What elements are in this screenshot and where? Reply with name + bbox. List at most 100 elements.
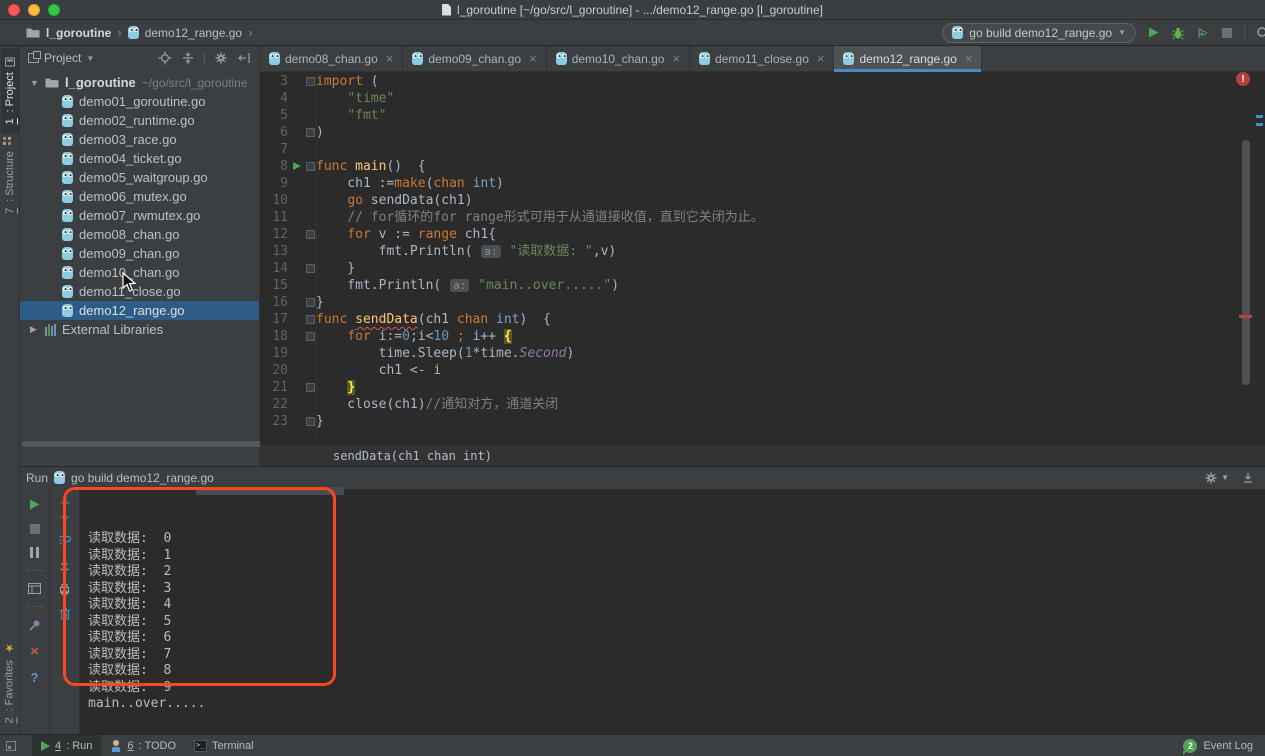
project-file-item[interactable]: demo11_close.go <box>20 282 259 301</box>
fold-marker-icon[interactable] <box>303 328 316 345</box>
project-panel-title[interactable]: Project <box>44 51 81 65</box>
gear-icon[interactable] <box>1204 471 1218 485</box>
error-stripe-mark[interactable] <box>1239 315 1252 318</box>
minimize-window-button[interactable] <box>28 4 40 16</box>
code-line[interactable]: 10 go sendData(ch1) <box>260 192 1265 209</box>
breadcrumb-file[interactable]: demo12_range.go <box>145 26 242 40</box>
code-line[interactable]: 18 for i:=0;i<10 ; i++ { <box>260 328 1265 345</box>
editor-tab[interactable]: demo08_chan.go× <box>260 46 403 71</box>
close-icon[interactable]: × <box>529 52 537 65</box>
scroll-to-end-icon[interactable] <box>58 558 71 571</box>
close-icon[interactable]: × <box>817 52 825 65</box>
chevron-down-icon[interactable]: ▼ <box>86 54 94 63</box>
expand-arrow-icon[interactable]: ▼ <box>30 78 39 88</box>
project-file-item[interactable]: demo10_chan.go <box>20 263 259 282</box>
code-line[interactable]: 9 ch1 :=make(chan int) <box>260 175 1265 192</box>
fold-marker-icon[interactable] <box>303 311 316 328</box>
code-line[interactable]: 12 for v := range ch1{ <box>260 226 1265 243</box>
code-line[interactable]: 17func sendData(ch1 chan int) { <box>260 311 1265 328</box>
code-line[interactable]: 15 fmt.Println( a: "main..over.....") <box>260 277 1265 294</box>
fold-marker-icon[interactable] <box>303 413 316 430</box>
close-icon[interactable]: × <box>672 52 680 65</box>
soft-wrap-icon[interactable] <box>58 534 72 546</box>
run-button[interactable] <box>1147 26 1160 39</box>
breadcrumb-project[interactable]: l_goroutine <box>46 26 111 40</box>
project-file-item[interactable]: demo08_chan.go <box>20 225 259 244</box>
editor-tab[interactable]: demo10_chan.go× <box>547 46 690 71</box>
close-icon[interactable]: × <box>965 52 973 65</box>
code-line[interactable]: 23} <box>260 413 1265 430</box>
editor-tab[interactable]: demo09_chan.go× <box>403 46 546 71</box>
run-console[interactable]: 读取数据: 0读取数据: 1读取数据: 2读取数据: 3读取数据: 4读取数据:… <box>80 489 1265 734</box>
external-libraries-item[interactable]: ▶ External Libraries <box>20 320 259 339</box>
run-line-icon[interactable] <box>288 158 303 175</box>
code-line[interactable]: 7 <box>260 141 1265 158</box>
zoom-window-button[interactable] <box>48 4 60 16</box>
code-line[interactable]: 16} <box>260 294 1265 311</box>
fold-marker-icon[interactable] <box>303 379 316 396</box>
tool-stripe-favorites[interactable]: 2: Favorites <box>0 632 19 732</box>
run-configuration-select[interactable]: go build demo12_range.go ▼ <box>942 23 1136 43</box>
search-everywhere-icon[interactable] <box>1256 26 1265 40</box>
fold-marker-icon[interactable] <box>303 294 316 311</box>
project-root-item[interactable]: ▼ l_goroutine ~/go/src/l_goroutine <box>20 73 259 92</box>
collapsed-arrow-icon[interactable]: ▶ <box>30 324 39 335</box>
fold-marker-icon[interactable] <box>303 260 316 277</box>
close-icon[interactable]: × <box>386 52 394 65</box>
code-line[interactable]: 14 } <box>260 260 1265 277</box>
code-line[interactable]: 22 close(ch1)//通知对方，通道关闭 <box>260 396 1265 413</box>
project-file-item[interactable]: demo01_goroutine.go <box>20 92 259 111</box>
fold-marker-icon[interactable] <box>303 158 316 175</box>
fold-marker-icon[interactable] <box>303 73 316 90</box>
code-line[interactable]: 4 "time" <box>260 90 1265 107</box>
code-editor[interactable]: 3import (4 "time"5 "fmt"6)78func main() … <box>260 73 1265 444</box>
code-line[interactable]: 19 time.Sleep(1*time.Second) <box>260 345 1265 362</box>
vertical-scrollbar[interactable] <box>1242 140 1250 385</box>
statusbar-item-run[interactable]: 4: Run <box>32 735 101 756</box>
project-file-item[interactable]: demo04_ticket.go <box>20 149 259 168</box>
editor-tab[interactable]: demo11_close.go× <box>690 46 834 71</box>
pin-tab-icon[interactable] <box>28 619 41 632</box>
print-icon[interactable] <box>58 583 71 595</box>
code-line[interactable]: 6) <box>260 124 1265 141</box>
project-file-item[interactable]: demo02_runtime.go <box>20 111 259 130</box>
editor-tab[interactable]: demo12_range.go× <box>834 46 982 71</box>
fold-marker-icon[interactable] <box>303 226 316 243</box>
code-line[interactable]: 13 fmt.Println( a: "读取数据: ",v) <box>260 243 1265 260</box>
statusbar-item-todo[interactable]: 6: TODO <box>101 735 185 756</box>
tool-stripe-structure[interactable]: 7: Structure <box>1 133 19 223</box>
restore-layout-icon[interactable] <box>28 583 41 594</box>
project-file-item[interactable]: demo03_race.go <box>20 130 259 149</box>
code-line[interactable]: 8func main() { <box>260 158 1265 175</box>
help-icon[interactable]: ? <box>31 671 39 684</box>
project-file-item[interactable]: demo07_rwmutex.go <box>20 206 259 225</box>
close-panel-icon[interactable]: × <box>30 644 39 659</box>
code-line[interactable]: 20 ch1 <- i <box>260 362 1265 379</box>
gear-icon[interactable] <box>214 51 228 65</box>
code-line[interactable]: 11 // for循环的for range形式可用于从通道接收值，直到它关闭为止… <box>260 209 1265 226</box>
project-file-item[interactable]: demo06_mutex.go <box>20 187 259 206</box>
fold-marker-icon[interactable] <box>303 124 316 141</box>
rerun-button[interactable] <box>28 498 41 511</box>
project-file-item[interactable]: demo05_waitgroup.go <box>20 168 259 187</box>
hide-panel-icon[interactable] <box>237 51 251 65</box>
locate-file-icon[interactable] <box>158 51 172 65</box>
close-window-button[interactable] <box>8 4 20 16</box>
debug-button[interactable] <box>1171 26 1185 40</box>
project-file-item[interactable]: demo12_range.go <box>20 301 259 320</box>
horizontal-scrollbar[interactable] <box>22 441 274 447</box>
event-log-button[interactable]: 2 Event Log <box>1183 739 1265 753</box>
code-line[interactable]: 5 "fmt" <box>260 107 1265 124</box>
statusbar-item-terminal[interactable]: Terminal <box>185 735 263 756</box>
clear-console-icon[interactable] <box>59 607 71 620</box>
tool-window-switcher[interactable] <box>0 741 22 751</box>
tool-stripe-project[interactable]: 1: Project <box>1 48 19 133</box>
code-line[interactable]: 21 } <box>260 379 1265 396</box>
inspections-error-badge[interactable]: ! <box>1236 72 1250 86</box>
run-with-coverage-button[interactable] <box>1196 26 1210 40</box>
collapse-all-icon[interactable] <box>181 51 195 65</box>
dock-panel-icon[interactable] <box>1241 471 1255 485</box>
code-line[interactable]: 3import ( <box>260 73 1265 90</box>
run-settings[interactable]: ▼ <box>1204 471 1229 485</box>
project-file-item[interactable]: demo09_chan.go <box>20 244 259 263</box>
